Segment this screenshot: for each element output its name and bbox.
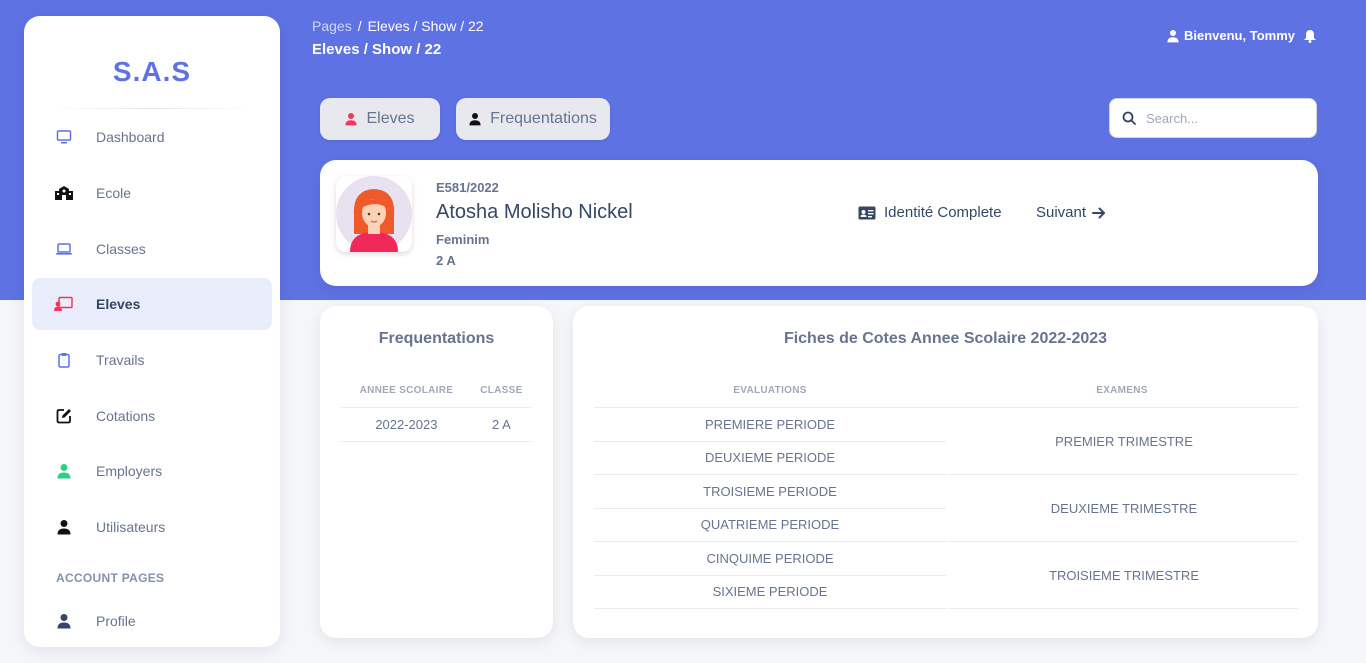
user-icon xyxy=(469,113,481,126)
column-header: CLASSE xyxy=(471,374,531,408)
user-icon xyxy=(32,463,96,479)
examen-cell[interactable]: DEUXIEME TRIMESTRE xyxy=(946,475,1298,542)
user-menu[interactable]: Bienvenu, Tommy xyxy=(1167,28,1322,43)
suivant-link[interactable]: Suivant xyxy=(1036,204,1106,221)
sidebar-item-profile[interactable]: Profile xyxy=(32,595,272,647)
student-matricule: E581/2022 xyxy=(436,180,499,195)
student-sexe: Feminim xyxy=(436,232,490,247)
table-row: 2022-2023 2 A xyxy=(341,408,531,442)
sidebar-item-label: Travails xyxy=(96,352,145,368)
evaluation-cell[interactable]: PREMIERE PERIODE xyxy=(594,408,946,442)
sidebar-item-label: Employers xyxy=(96,463,163,479)
section-heading-account: ACCOUNT PAGES xyxy=(56,571,165,585)
sidebar-item-dashboard[interactable]: Dashboard xyxy=(32,111,272,163)
search-input[interactable] xyxy=(1146,110,1296,126)
user-icon xyxy=(32,519,96,535)
user-icon xyxy=(345,113,358,126)
student-board-icon xyxy=(32,296,96,312)
fiches-table: EVALUATIONS EXAMENS PREMIERE PERIODE PRE… xyxy=(594,374,1298,609)
table-row: TROISIEME PERIODE DEUXIEME TRIMESTRE xyxy=(594,475,1298,542)
sidebar: S.A.S Dashboard Ecole Classes Eleves Tra… xyxy=(24,16,280,647)
evaluation-cell[interactable]: SIXIEME PERIODE xyxy=(594,576,946,609)
frequentations-table: ANNEE SCOLAIRE CLASSE 2022-2023 2 A xyxy=(341,374,531,442)
student-classe: 2 A xyxy=(436,253,456,268)
arrow-right-icon xyxy=(1092,207,1106,218)
sidebar-item-label: Dashboard xyxy=(96,129,165,145)
suivant-label: Suivant xyxy=(1036,204,1087,221)
sidebar-item-label: Eleves xyxy=(96,296,141,312)
evaluation-cell[interactable]: QUATRIEME PERIODE xyxy=(594,509,946,542)
brand-divider xyxy=(48,108,256,109)
identite-complete-label: Identité Complete xyxy=(884,204,1002,221)
eleves-button[interactable]: Eleves xyxy=(320,98,440,140)
student-name: Atosha Molisho Nickel xyxy=(436,201,633,223)
search-icon xyxy=(1122,111,1136,125)
student-profile-card: E581/2022 Atosha Molisho Nickel Feminim … xyxy=(320,160,1318,286)
breadcrumb: Pages / Eleves / Show / 22 xyxy=(312,18,484,34)
page-title: Eleves / Show / 22 xyxy=(312,41,442,58)
sidebar-item-label: Utilisateurs xyxy=(96,519,166,535)
user-greeting: Bienvenu, Tommy xyxy=(1183,28,1295,43)
sidebar-item-label: Profile xyxy=(96,613,136,629)
monitor-icon xyxy=(32,129,96,145)
fiches-card: Fiches de Cotes Annee Scolaire 2022-2023… xyxy=(573,306,1318,638)
sidebar-item-classes[interactable]: Classes xyxy=(32,223,272,275)
frequentations-title: Frequentations xyxy=(378,330,495,347)
frequentations-card: Frequentations ANNEE SCOLAIRE CLASSE 202… xyxy=(320,306,553,638)
frequentations-button[interactable]: Frequentations xyxy=(456,98,610,140)
examen-cell[interactable]: TROISIEME TRIMESTRE xyxy=(946,542,1298,609)
column-header: EVALUATIONS xyxy=(594,374,946,408)
sidebar-item-cotations[interactable]: Cotations xyxy=(32,390,272,442)
brand-logo[interactable]: S.A.S xyxy=(24,56,280,88)
breadcrumb-separator: / xyxy=(357,18,362,34)
fiches-title: Fiches de Cotes Annee Scolaire 2022-2023 xyxy=(783,330,1108,347)
sidebar-item-label: Ecole xyxy=(96,185,132,201)
sidebar-item-eleves[interactable]: Eleves xyxy=(32,278,272,330)
breadcrumb-root[interactable]: Pages xyxy=(312,18,352,34)
eleves-button-label: Eleves xyxy=(366,110,415,127)
search-box xyxy=(1109,98,1317,138)
sidebar-item-travails[interactable]: Travails xyxy=(32,334,272,386)
evaluation-cell[interactable]: TROISIEME PERIODE xyxy=(594,475,946,509)
sidebar-item-label: Cotations xyxy=(96,408,156,424)
table-row: CINQUIME PERIODE TROISIEME TRIMESTRE xyxy=(594,542,1298,609)
column-header: ANNEE SCOLAIRE xyxy=(341,374,472,408)
column-header: EXAMENS xyxy=(946,374,1298,408)
examen-cell[interactable]: PREMIER TRIMESTRE xyxy=(946,408,1298,475)
student-avatar xyxy=(336,176,412,252)
clipboard-icon xyxy=(32,352,96,368)
id-card-icon xyxy=(858,206,876,219)
user-icon xyxy=(1167,29,1179,42)
table-cell: 2 A xyxy=(471,408,531,442)
breadcrumb-current: Eleves / Show / 22 xyxy=(367,18,484,34)
table-cell: 2022-2023 xyxy=(341,408,472,442)
user-icon xyxy=(32,613,96,629)
sidebar-item-utilisateurs[interactable]: Utilisateurs xyxy=(32,501,272,553)
school-icon xyxy=(32,185,96,201)
table-row: PREMIERE PERIODE PREMIER TRIMESTRE xyxy=(594,408,1298,475)
edit-icon xyxy=(32,408,96,424)
laptop-icon xyxy=(32,242,96,256)
bell-icon[interactable] xyxy=(1303,29,1317,43)
identite-complete-link[interactable]: Identité Complete xyxy=(858,204,1002,221)
sidebar-item-label: Classes xyxy=(96,241,146,257)
sidebar-item-employers[interactable]: Employers xyxy=(32,445,272,497)
frequentations-button-label: Frequentations xyxy=(490,110,597,127)
sidebar-item-ecole[interactable]: Ecole xyxy=(32,167,272,219)
evaluation-cell[interactable]: DEUXIEME PERIODE xyxy=(594,442,946,475)
evaluation-cell[interactable]: CINQUIME PERIODE xyxy=(594,542,946,576)
